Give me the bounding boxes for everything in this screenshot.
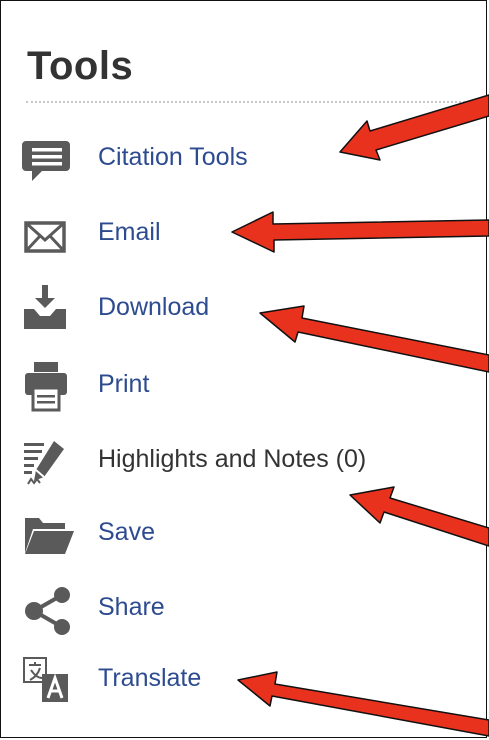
tool-label-email[interactable]: Email [98,218,161,247]
tool-label-download[interactable]: Download [98,293,209,322]
tool-share[interactable]: Share [22,585,462,635]
tool-label-share[interactable]: Share [98,593,165,622]
speech-bubble-icon [22,135,78,185]
tool-label-save[interactable]: Save [98,518,155,547]
tool-save[interactable]: Save [22,510,462,560]
tool-label-translate[interactable]: Translate [98,664,201,693]
tool-label-print[interactable]: Print [98,370,149,399]
tool-email[interactable]: Email [22,210,462,260]
title-divider [26,101,489,103]
tool-translate[interactable]: Translate [22,656,462,706]
tool-download[interactable]: Download [22,285,462,335]
tool-print[interactable]: Print [22,362,462,412]
folder-icon [22,510,78,560]
download-icon [22,285,78,335]
tool-label-citation-tools[interactable]: Citation Tools [98,143,248,172]
printer-icon [22,362,78,412]
share-icon [22,585,78,635]
tool-label-highlights-notes[interactable]: Highlights and Notes (0) [98,445,366,474]
translate-icon [22,656,78,706]
tool-citation-tools[interactable]: Citation Tools [22,135,462,185]
envelope-icon [22,210,78,260]
pencil-notes-icon [22,437,78,487]
tool-highlights-notes[interactable]: Highlights and Notes (0) [22,437,462,487]
panel-title: Tools [27,44,134,88]
